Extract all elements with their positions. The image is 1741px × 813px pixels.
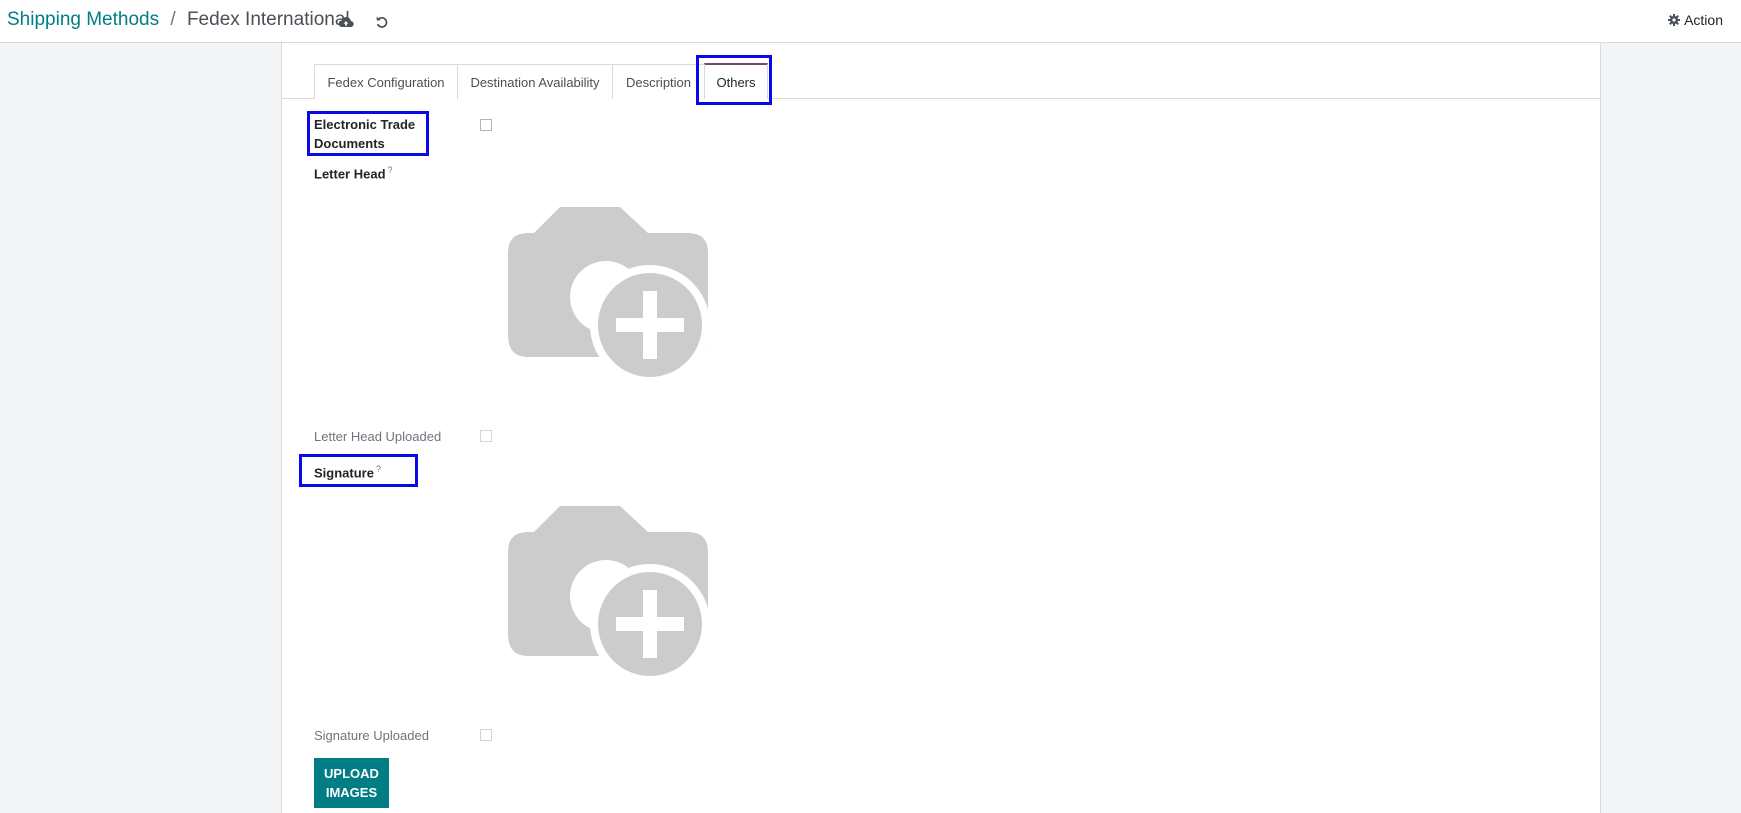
breadcrumb-current: Fedex International <box>186 9 350 30</box>
letter-head-uploaded-label: Letter Head Uploaded <box>314 429 442 444</box>
upload-images-button-line2: IMAGES <box>325 785 378 800</box>
signature-uploaded-checkbox <box>480 729 492 741</box>
signature-label: Signature? <box>314 460 381 482</box>
breadcrumb-separator: / <box>170 9 176 30</box>
electronic-trade-documents-label-line2: Documents <box>314 136 385 151</box>
tab-others[interactable]: Others <box>704 63 768 99</box>
save-button[interactable] <box>336 12 356 32</box>
control-panel: Shipping Methods / Fedex International A… <box>0 0 1741 43</box>
discard-button[interactable] <box>372 12 392 32</box>
undo-icon <box>376 16 388 28</box>
letter-head-image-field[interactable] <box>508 207 710 385</box>
tab-description[interactable]: Description <box>612 64 705 99</box>
upload-images-button[interactable]: UPLOAD IMAGES <box>314 758 389 808</box>
letter-head-help-icon[interactable]: ? <box>388 165 393 175</box>
camera-plus-icon <box>508 207 710 385</box>
letter-head-uploaded-checkbox <box>480 430 492 442</box>
electronic-trade-documents-label: Electronic Trade Documents <box>314 115 415 153</box>
signature-help-icon[interactable]: ? <box>376 464 381 474</box>
gear-icon <box>1668 14 1681 26</box>
signature-image-field[interactable] <box>508 506 710 684</box>
letter-head-label-text: Letter Head <box>314 166 386 182</box>
cloud-upload-icon <box>338 17 354 28</box>
action-label: Action <box>1684 12 1723 28</box>
breadcrumb: Shipping Methods / Fedex International <box>7 9 350 31</box>
form-sheet: Fedex Configuration Destination Availabi… <box>281 43 1601 813</box>
action-menu-button[interactable]: Action <box>1668 12 1723 28</box>
signature-uploaded-label: Signature Uploaded <box>314 728 429 743</box>
letter-head-label: Letter Head? <box>314 161 393 183</box>
upload-images-button-line1: UPLOAD <box>324 766 379 781</box>
notebook-tabs: Fedex Configuration Destination Availabi… <box>282 43 1600 99</box>
electronic-trade-documents-label-line1: Electronic Trade <box>314 117 416 132</box>
tab-fedex-configuration[interactable]: Fedex Configuration <box>314 64 458 99</box>
electronic-trade-documents-checkbox[interactable] <box>480 119 492 131</box>
breadcrumb-parent-link[interactable]: Shipping Methods <box>7 9 159 30</box>
signature-label-text: Signature <box>314 465 374 481</box>
camera-plus-icon <box>508 506 710 684</box>
tab-destination-availability[interactable]: Destination Availability <box>457 64 613 99</box>
